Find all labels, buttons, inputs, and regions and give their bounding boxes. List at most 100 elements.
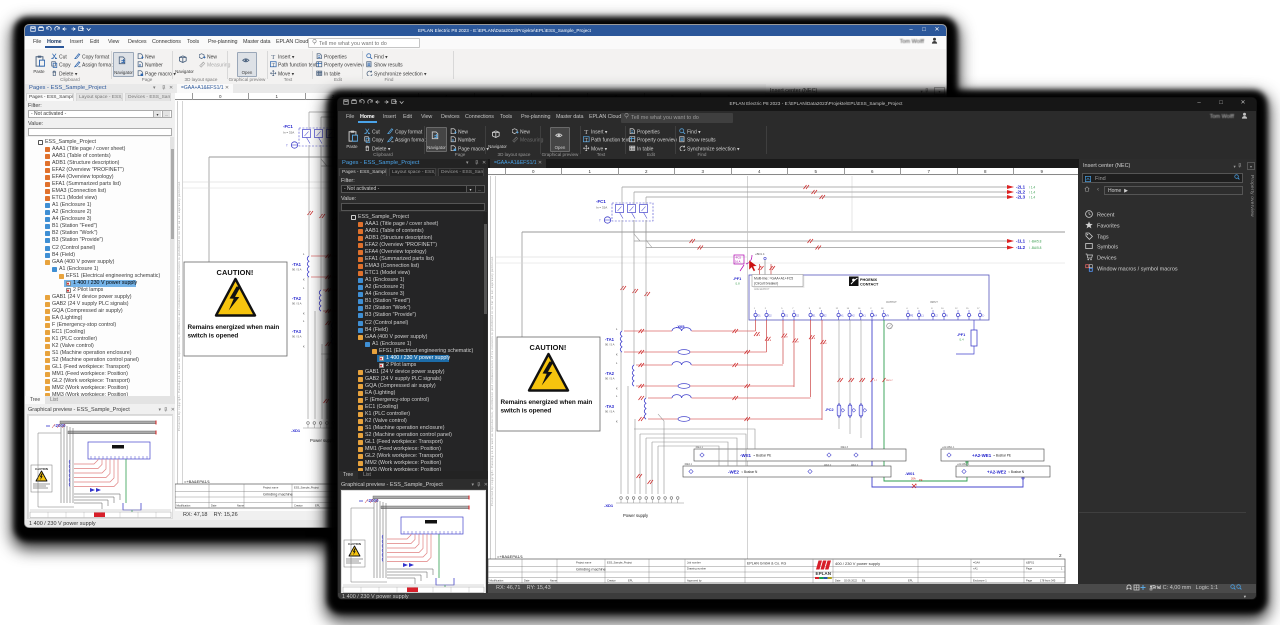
svg-text:Date: Date bbox=[211, 504, 217, 508]
svg-text:/ 1.4: / 1.4 bbox=[1029, 186, 1035, 190]
svg-text:-PF1: -PF1 bbox=[733, 277, 741, 281]
svg-text:Name: Name bbox=[550, 579, 557, 583]
svg-text:Page: Page bbox=[1026, 567, 1033, 571]
svg-text:T: T bbox=[599, 219, 601, 223]
svg-text:Grinding machine: Grinding machine bbox=[263, 493, 293, 497]
svg-text:Modification: Modification bbox=[490, 579, 504, 583]
svg-text:CAUTION: CAUTION bbox=[35, 467, 48, 471]
svg-text:-2L3: -2L3 bbox=[1016, 195, 1026, 200]
svg-text:/1.8: /1.8 bbox=[735, 282, 740, 286]
svg-text:Power supply: Power supply bbox=[623, 513, 649, 518]
svg-text:Page: Page bbox=[1026, 579, 1033, 583]
svg-text:+A2-WE1: +A2-WE1 bbox=[972, 453, 992, 458]
svg-text:WE2.2: WE2.2 bbox=[851, 464, 859, 467]
svg-text:CAUTION!: CAUTION! bbox=[217, 268, 254, 277]
svg-text:VN: VN bbox=[886, 314, 890, 317]
svg-text:OUTPUT: OUTPUT bbox=[886, 300, 897, 304]
svg-text:=+BA&EPA1/1: =+BA&EPA1/1 bbox=[497, 554, 524, 559]
svg-text:Name: Name bbox=[237, 504, 244, 508]
svg-text:-XD1: -XD1 bbox=[291, 428, 301, 433]
svg-text:-1L1: -1L1 bbox=[1016, 239, 1026, 244]
svg-text:CONTACT: CONTACT bbox=[860, 283, 879, 287]
svg-text:T: T bbox=[271, 53, 275, 59]
svg-text:ADE EEPROT: ADE EEPROT bbox=[754, 288, 770, 291]
svg-text:178 from 345: 178 from 345 bbox=[1040, 579, 1056, 583]
svg-text:/ -BA/5.8: / -BA/5.8 bbox=[1029, 246, 1042, 250]
svg-text:-TA3: -TA3 bbox=[605, 404, 615, 409]
svg-text:/ 1.4: / 1.4 bbox=[1029, 196, 1035, 200]
svg-text:Remains energized when main: Remains energized when main bbox=[501, 399, 593, 406]
svg-text:T: T bbox=[272, 62, 275, 67]
svg-text:EPLAN GmbH & Co. KG: EPLAN GmbH & Co. KG bbox=[747, 562, 787, 566]
svg-text:PHOENIX: PHOENIX bbox=[860, 278, 878, 282]
svg-text:≈ Busbar N: ≈ Busbar N bbox=[741, 470, 758, 474]
svg-text:-TA2: -TA2 bbox=[605, 371, 615, 376]
svg-text:Drawing number: Drawing number bbox=[687, 567, 706, 571]
svg-text:Power supply: Power supply bbox=[310, 438, 336, 443]
svg-text:+A1: +A1 bbox=[973, 567, 978, 571]
svg-text:-X05: -X05 bbox=[676, 324, 685, 329]
svg-text:-PF1: -PF1 bbox=[957, 333, 965, 337]
svg-text:switch is opened: switch is opened bbox=[188, 333, 239, 340]
svg-text:EPL: EPL bbox=[628, 579, 633, 583]
svg-text:-XD1: -XD1 bbox=[604, 503, 614, 508]
svg-text:-FC5: -FC5 bbox=[735, 256, 741, 260]
svg-text:Job number: Job number bbox=[687, 561, 701, 565]
svg-text:Protected by copyright. Passin: Protected by copyright. Passing on as we… bbox=[177, 181, 181, 431]
svg-text:/ 1.4: / 1.4 bbox=[1029, 191, 1035, 195]
svg-text:T: T bbox=[584, 128, 588, 134]
svg-text:-TA3: -TA3 bbox=[292, 329, 302, 334]
svg-text:In = 32A: In = 32A bbox=[596, 206, 607, 210]
svg-text:+A2-WE1.1: +A2-WE1.1 bbox=[942, 446, 955, 449]
svg-text:T: T bbox=[286, 144, 288, 148]
svg-text:Creator: Creator bbox=[294, 504, 303, 508]
svg-text:Grinding machine: Grinding machine bbox=[576, 568, 606, 572]
svg-text:Creator: Creator bbox=[607, 579, 616, 583]
svg-text:-WE2.1: -WE2.1 bbox=[684, 463, 693, 466]
svg-text:Ed.: Ed. bbox=[862, 579, 866, 583]
svg-text:Project name: Project name bbox=[263, 486, 279, 490]
svg-text:=+BA&EPA1/1: =+BA&EPA1/1 bbox=[184, 479, 211, 484]
svg-text:PE/1.7: PE/1.7 bbox=[886, 380, 893, 382]
svg-text:=GAA: =GAA bbox=[973, 561, 980, 565]
svg-text:switch is opened: switch is opened bbox=[501, 408, 552, 415]
svg-text:90 / 5 A: 90 / 5 A bbox=[292, 302, 302, 306]
svg-text:16 A: 16 A bbox=[735, 260, 741, 264]
svg-text:&EFS1: &EFS1 bbox=[1026, 561, 1035, 565]
svg-text:-WE1.1: -WE1.1 bbox=[695, 446, 704, 449]
svg-text:≈ Busbar PE: ≈ Busbar PE bbox=[753, 454, 771, 458]
svg-text:Protected by copyright. Passin: Protected by copyright. Passing on as we… bbox=[490, 256, 494, 506]
svg-text:EPL: EPL bbox=[908, 579, 913, 583]
svg-text:Approved by: Approved by bbox=[687, 579, 702, 583]
svg-text:-WE1.3: -WE1.3 bbox=[840, 446, 849, 449]
svg-text:/1.4: /1.4 bbox=[959, 338, 964, 342]
svg-text:≈ Busbar PE: ≈ Busbar PE bbox=[993, 454, 1011, 458]
svg-text:≈ Busbar N: ≈ Busbar N bbox=[1008, 470, 1025, 474]
svg-text:Multi-line: =GAA+A1+FC5: Multi-line: =GAA+A1+FC5 bbox=[754, 277, 793, 281]
svg-text:400 / 230 V power supply: 400 / 230 V power supply bbox=[835, 561, 880, 566]
svg-text:90 / 5 A: 90 / 5 A bbox=[292, 268, 302, 272]
svg-text:PE: PE bbox=[919, 478, 923, 482]
svg-text:20A: 20A bbox=[911, 477, 916, 481]
svg-text:Project name: Project name bbox=[576, 561, 592, 565]
svg-text:-TA1: -TA1 bbox=[605, 337, 615, 342]
svg-text:CAUTION!: CAUTION! bbox=[530, 343, 567, 352]
svg-text:+A2-WE2: +A2-WE2 bbox=[987, 469, 1007, 474]
svg-text:90 / 5 A: 90 / 5 A bbox=[605, 377, 615, 381]
svg-text:-TA1: -TA1 bbox=[292, 262, 302, 267]
svg-text:90 / 5 A: 90 / 5 A bbox=[605, 410, 615, 414]
svg-text:2: 2 bbox=[1059, 553, 1062, 558]
svg-text:90 / 5 A: 90 / 5 A bbox=[605, 343, 615, 347]
svg-text:+A2-WE2.1: +A2-WE2.1 bbox=[957, 463, 970, 466]
svg-text:EPL: EPL bbox=[315, 504, 320, 508]
svg-text:INPUT: INPUT bbox=[930, 300, 938, 304]
svg-text:Date: Date bbox=[835, 579, 841, 583]
svg-text:Modification: Modification bbox=[177, 504, 191, 508]
svg-text:-FC1: -FC1 bbox=[596, 199, 606, 204]
svg-text:C-: C- bbox=[982, 314, 985, 317]
svg-text:-W01: -W01 bbox=[905, 471, 915, 476]
svg-text:-TA2: -TA2 bbox=[292, 296, 302, 301]
svg-text:T: T bbox=[585, 137, 588, 142]
svg-text:90 / 5 A: 90 / 5 A bbox=[292, 335, 302, 339]
svg-text:-WE2: -WE2 bbox=[728, 469, 740, 474]
